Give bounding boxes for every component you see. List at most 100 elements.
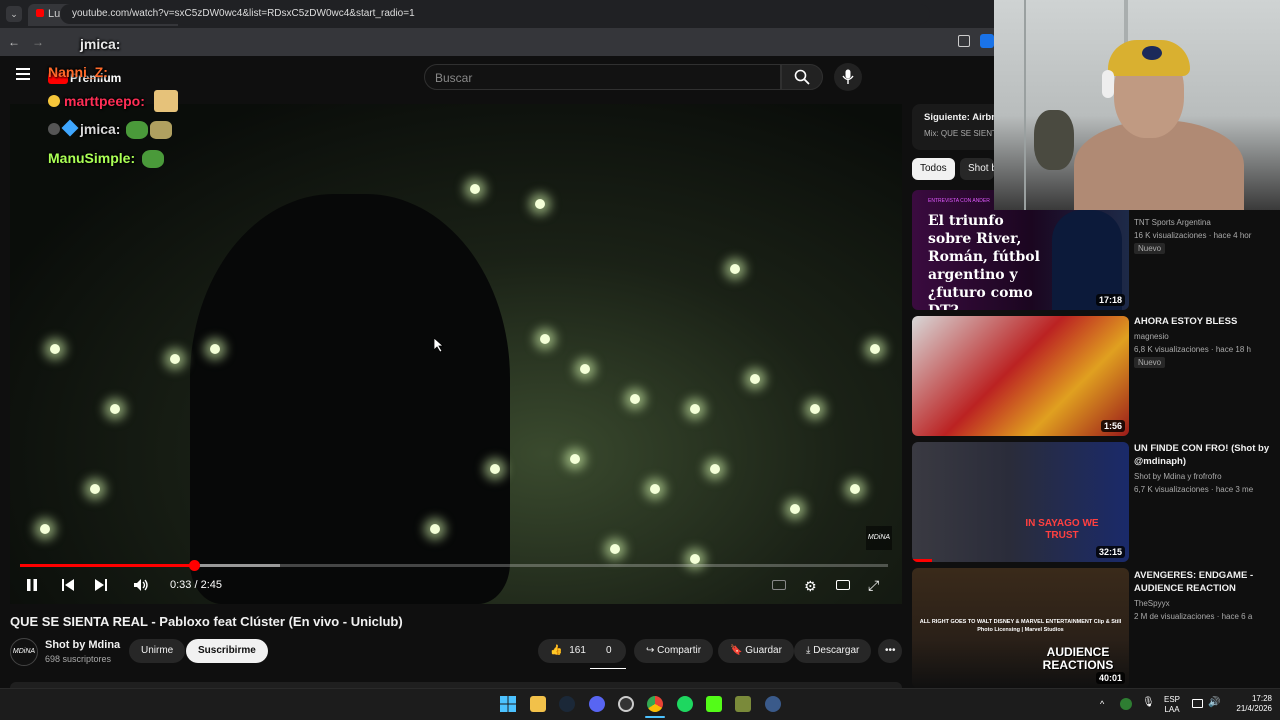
game-icon[interactable] bbox=[735, 696, 751, 712]
thumbnail-headline: El triunfo sobre River, Román, fútbol ar… bbox=[928, 213, 1040, 310]
download-icon: ⤓ bbox=[806, 645, 811, 656]
chat-emote-icon bbox=[142, 150, 164, 168]
menu-icon[interactable] bbox=[16, 68, 30, 80]
tab-search-button[interactable]: ⌄ bbox=[6, 6, 22, 22]
more-actions-button[interactable]: ••• bbox=[878, 639, 902, 663]
new-badge: Nuevo bbox=[1134, 357, 1166, 368]
recommendation-channel[interactable]: magnesio bbox=[1134, 330, 1280, 343]
performer-silhouette bbox=[190, 194, 510, 604]
new-badge: Nuevo bbox=[1134, 243, 1166, 254]
plush-toy bbox=[1034, 110, 1074, 170]
channel-name[interactable]: Shot by Mdina bbox=[45, 639, 120, 651]
tray-mic-icon[interactable]: 🎙 bbox=[1142, 697, 1155, 708]
video-player[interactable]: MDiNA bbox=[10, 104, 902, 604]
thumbs-up-icon[interactable]: 👍 bbox=[550, 645, 562, 656]
save-button[interactable]: 🔖 Guardar bbox=[718, 639, 794, 663]
voice-search-button[interactable] bbox=[834, 63, 862, 91]
mix-label: Mix: QUE SE SIENTA bbox=[924, 129, 1002, 138]
obs-icon[interactable] bbox=[618, 696, 634, 712]
share-icon: ↪ bbox=[646, 645, 655, 656]
thumbnail-disclaimer: ALL RIGHT GOES TO WALT DISNEY & MARVEL E… bbox=[919, 619, 1122, 633]
recommendation-channel[interactable]: TNT Sports Argentina bbox=[1134, 216, 1280, 229]
channel-avatar[interactable]: MDiNA bbox=[10, 638, 38, 666]
file-explorer-icon[interactable] bbox=[530, 696, 546, 712]
recommendation-thumbnail[interactable]: 1:56 bbox=[912, 316, 1129, 436]
pause-button[interactable] bbox=[26, 578, 38, 595]
subscribe-button[interactable]: Suscribirme bbox=[186, 639, 268, 663]
video-duration: 17:18 bbox=[1095, 294, 1125, 306]
volume-button[interactable] bbox=[133, 578, 149, 595]
app-icon[interactable] bbox=[765, 696, 781, 712]
language-indicator[interactable]: ESP LAA bbox=[1160, 695, 1184, 715]
layout-code: LAA bbox=[1164, 705, 1180, 714]
language-code: ESP bbox=[1163, 695, 1180, 704]
pause-icon bbox=[27, 579, 37, 591]
windows-start-icon[interactable] bbox=[500, 696, 516, 712]
cast-icon[interactable] bbox=[958, 35, 970, 47]
progress-fill bbox=[20, 564, 194, 567]
search-icon bbox=[794, 69, 810, 85]
network-icon[interactable] bbox=[1192, 699, 1203, 708]
url-input[interactable]: youtube.com/watch?v=sxC5zDW0wc4&list=RDs… bbox=[60, 4, 930, 24]
steam-icon[interactable] bbox=[559, 696, 575, 712]
volume-tray-icon[interactable]: 🔊 bbox=[1208, 697, 1220, 708]
spotify-icon[interactable] bbox=[677, 696, 693, 712]
chat-username: jmica: bbox=[80, 121, 121, 137]
volume-icon bbox=[134, 579, 148, 591]
chat-username: marttpeepo: bbox=[64, 93, 145, 109]
chat-username: ManuSimple: bbox=[48, 150, 136, 166]
theater-mode-icon[interactable] bbox=[836, 580, 850, 590]
mouse-cursor-icon bbox=[434, 338, 444, 352]
dislike-count[interactable]: 0 bbox=[606, 645, 612, 656]
save-label: Guardar bbox=[745, 645, 782, 656]
chrome-icon[interactable] bbox=[647, 696, 663, 712]
like-underline bbox=[590, 668, 626, 669]
channel-watermark[interactable]: MDiNA bbox=[866, 526, 892, 550]
chat-emote-icon bbox=[154, 90, 178, 112]
chat-emote-icon bbox=[126, 121, 148, 139]
chat-username: jmica: bbox=[80, 36, 121, 52]
video-duration: 40:01 bbox=[1095, 672, 1125, 684]
recommendation-thumbnail[interactable]: IN SAYAGO WE TRUST 32:15 bbox=[912, 442, 1129, 562]
kick-icon[interactable] bbox=[706, 696, 722, 712]
recommendation-thumbnail[interactable]: ALL RIGHT GOES TO WALT DISNEY & MARVEL E… bbox=[912, 568, 1129, 688]
search-input[interactable]: Buscar bbox=[424, 64, 781, 90]
recommendation-title[interactable]: AHORA ESTOY BLESS bbox=[1134, 315, 1274, 328]
chip-all[interactable]: Todos bbox=[912, 158, 955, 180]
share-button[interactable]: ↪ Compartir bbox=[634, 639, 714, 663]
previous-button[interactable] bbox=[61, 578, 75, 595]
thumbnail-shirt-text: IN SAYAGO WE TRUST bbox=[1025, 518, 1099, 541]
extension-icon[interactable] bbox=[980, 34, 994, 48]
like-dislike-group: 👍 161 0 bbox=[538, 639, 626, 663]
settings-gear-icon[interactable]: ⚙ bbox=[804, 578, 817, 595]
previous-icon bbox=[62, 579, 74, 591]
recommendation-channel[interactable]: Shot by Mdina y frofrofro bbox=[1134, 470, 1280, 483]
next-button[interactable] bbox=[94, 578, 108, 595]
thumbnail-kicker: ENTREVISTA CON ANDER bbox=[928, 198, 990, 204]
recommendation-channel[interactable]: TheSpyyx bbox=[1134, 597, 1280, 610]
webcam-overlay bbox=[994, 0, 1280, 210]
search-button[interactable] bbox=[781, 64, 823, 90]
scrubber-handle[interactable] bbox=[188, 560, 200, 571]
download-button[interactable]: ⤓ Descargar bbox=[794, 639, 872, 663]
chip-shot[interactable]: Shot b bbox=[960, 158, 994, 180]
share-label: Compartir bbox=[657, 645, 702, 656]
forward-arrow-icon[interactable]: → bbox=[32, 35, 44, 49]
recommendation-title[interactable]: AVENGERES: ENDGAME - AUDIENCE REACTION bbox=[1134, 569, 1274, 595]
back-arrow-icon[interactable]: ← bbox=[8, 35, 20, 49]
discord-icon[interactable] bbox=[589, 696, 605, 712]
video-title: QUE SE SIENTA REAL - Pabloxo feat Clúste… bbox=[10, 614, 403, 629]
watched-progress bbox=[912, 559, 932, 562]
clock[interactable]: 17:28 21/4/2026 bbox=[1226, 694, 1272, 714]
subtitles-icon[interactable] bbox=[772, 580, 786, 590]
join-button[interactable]: Unirme bbox=[129, 639, 186, 663]
tray-chevron-icon[interactable]: ^ bbox=[1100, 699, 1104, 709]
clock-time: 17:28 bbox=[1251, 694, 1272, 703]
tray-app-icon[interactable] bbox=[1120, 698, 1132, 710]
recommendation-meta: 2 M de visualizaciones · hace 6 a bbox=[1134, 612, 1253, 621]
fullscreen-icon[interactable]: ⤢ bbox=[868, 577, 879, 594]
like-count[interactable]: 161 bbox=[569, 645, 586, 656]
microphone-icon bbox=[842, 69, 854, 84]
chat-username: Nanni_Z: bbox=[48, 64, 108, 80]
recommendation-title[interactable]: UN FINDE CON FRO! (Shot by @mdinaph) bbox=[1134, 442, 1274, 468]
